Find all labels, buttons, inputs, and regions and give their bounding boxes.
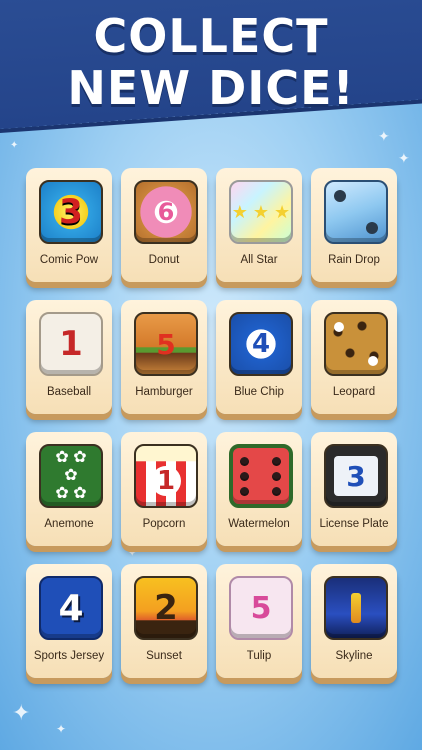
hamburger-dice-icon: 5 [134, 312, 198, 376]
blue-chip-dice-icon: 4 [229, 312, 293, 376]
dice-label: Tulip [246, 650, 272, 662]
sparkle-icon: ✦ [10, 140, 19, 151]
dice-label: Anemone [44, 518, 94, 530]
leopard-dice-icon [324, 312, 388, 376]
popcorn-dice-icon: 1 [134, 444, 198, 508]
all-star-dice-icon: ★ ★ ★ [229, 180, 293, 244]
flower-icon: ✿ ✿ ✿ ✿ ✿ [55, 449, 87, 502]
donut-dice-icon: 6 [134, 180, 198, 244]
pip [366, 222, 378, 234]
dice-card-sports-jersey[interactable]: 4 Sports Jersey [26, 564, 112, 678]
pip [240, 486, 249, 496]
dice-card-sunset[interactable]: 2 Sunset [121, 564, 207, 678]
pip [334, 322, 344, 332]
dice-label: All Star [240, 254, 278, 266]
watermelon-dice-icon [229, 444, 293, 508]
dice-label: Sunset [146, 650, 182, 662]
dice-card-rain-drop[interactable]: Rain Drop [311, 168, 397, 282]
comic-pow-dice-icon: 3 [39, 180, 103, 244]
dice-label: License Plate [319, 518, 389, 530]
pip [240, 456, 249, 466]
pip [272, 471, 281, 481]
dice-card-tulip[interactable]: 5 Tulip [216, 564, 302, 678]
dice-card-license-plate[interactable]: 3 License Plate [311, 432, 397, 546]
dice-label: Leopard [332, 386, 376, 398]
pip [240, 471, 249, 481]
dice-label: Baseball [46, 386, 92, 398]
dice-label: Rain Drop [328, 254, 380, 266]
pip [272, 486, 281, 496]
pip [351, 593, 361, 623]
sports-jersey-dice-icon: 4 [39, 576, 103, 640]
dice-card-skyline[interactable]: Skyline [311, 564, 397, 678]
sparkle-icon: ✦ [378, 128, 390, 144]
star-icon: ★ ★ ★ [231, 201, 291, 222]
dice-card-blue-chip[interactable]: 4 Blue Chip [216, 300, 302, 414]
dice-label: Popcorn [142, 518, 186, 530]
anemone-dice-icon: ✿ ✿ ✿ ✿ ✿ [39, 444, 103, 508]
pip [368, 356, 378, 366]
title-line-1: COLLECT [93, 9, 329, 63]
dice-label: Watermelon [228, 518, 290, 530]
dice-label: Sports Jersey [33, 650, 105, 662]
tulip-dice-icon: 5 [229, 576, 293, 640]
pip [272, 456, 281, 466]
dice-grid: 3 Comic Pow 6 Donut ★ ★ ★ All Star Rain … [26, 168, 398, 688]
dice-card-hamburger[interactable]: 5 Hamburger [121, 300, 207, 414]
license-plate-dice-icon: 3 [324, 444, 388, 508]
sunset-dice-icon: 2 [134, 576, 198, 640]
dice-card-donut[interactable]: 6 Donut [121, 168, 207, 282]
sparkle-icon: ✦ [12, 700, 31, 725]
skyline-dice-icon [324, 576, 388, 640]
dice-card-popcorn[interactable]: 1 Popcorn [121, 432, 207, 546]
sparkle-icon: ✦ [56, 722, 67, 736]
sparkle-icon: ✦ [398, 150, 410, 166]
dice-card-comic-pow[interactable]: 3 Comic Pow [26, 168, 112, 282]
baseball-dice-icon: 1 [39, 312, 103, 376]
dice-label: Blue Chip [234, 386, 284, 398]
pip [334, 190, 346, 202]
dice-label: Hamburger [135, 386, 193, 398]
dice-card-watermelon[interactable]: Watermelon [216, 432, 302, 546]
dice-label: Donut [148, 254, 180, 266]
dice-card-baseball[interactable]: 1 Baseball [26, 300, 112, 414]
page-title: COLLECT NEW DICE! [0, 10, 422, 114]
dice-label: Comic Pow [39, 254, 99, 266]
dice-label: Skyline [335, 650, 373, 662]
title-line-2: NEW DICE! [67, 61, 355, 115]
dice-card-leopard[interactable]: Leopard [311, 300, 397, 414]
dice-card-anemone[interactable]: ✿ ✿ ✿ ✿ ✿ Anemone [26, 432, 112, 546]
rain-drop-dice-icon [324, 180, 388, 244]
dice-card-all-star[interactable]: ★ ★ ★ All Star [216, 168, 302, 282]
license-plate: 3 [334, 456, 378, 496]
